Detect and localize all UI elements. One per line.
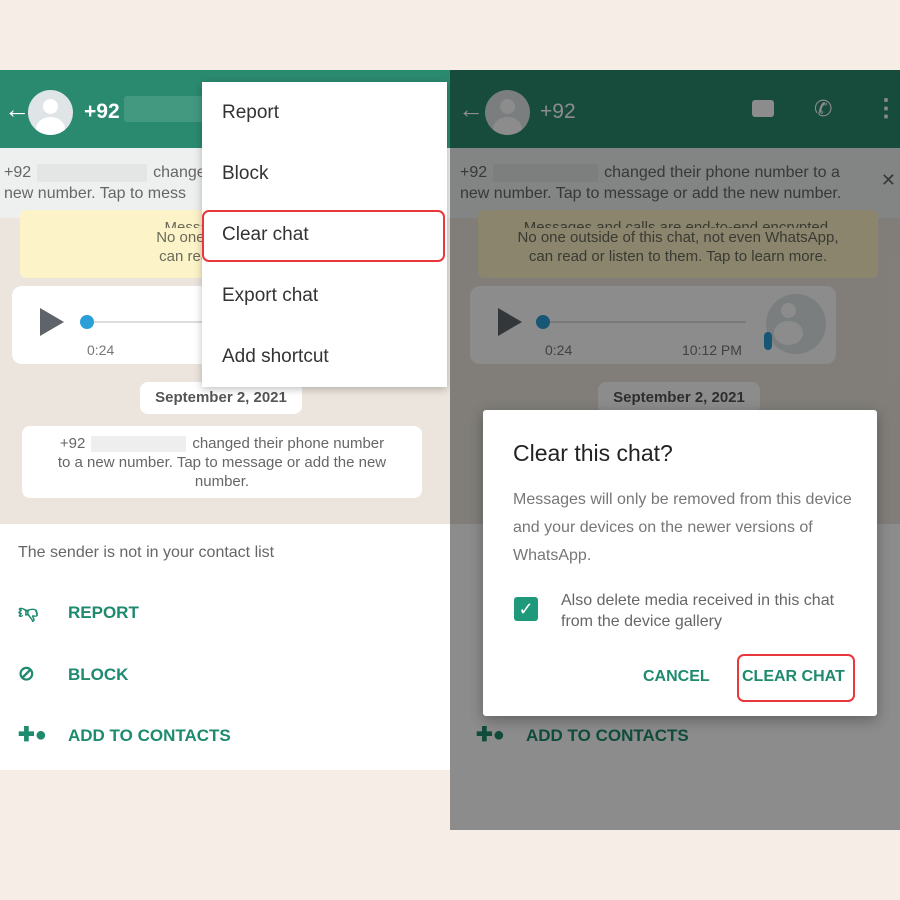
banner-text: change — [153, 164, 206, 181]
action-label: BLOCK — [68, 665, 129, 684]
checkbox-label[interactable]: Also delete media received in this chat … — [561, 590, 851, 632]
sys-text: changed their phone number — [192, 435, 385, 452]
play-icon[interactable] — [40, 308, 64, 336]
menu-item-export-chat[interactable]: Export chat — [222, 285, 318, 307]
overflow-menu: Report Block Clear chat Export chat Add … — [202, 82, 447, 387]
sender-notice: The sender is not in your contact list — [18, 544, 275, 561]
system-message[interactable]: +92 changed their phone number to a new n… — [22, 426, 422, 498]
voice-duration: 0:24 — [87, 342, 115, 358]
thumbs-down-icon: 👎︎ — [18, 601, 39, 623]
highlight-box — [737, 654, 855, 702]
action-label: REPORT — [68, 603, 139, 622]
cancel-button[interactable]: CANCEL — [643, 668, 710, 686]
clear-chat-dialog: Clear this chat? Messages will only be r… — [483, 410, 877, 716]
menu-item-block[interactable]: Block — [222, 163, 268, 185]
add-person-icon: ✚● — [18, 724, 47, 746]
redacted-number — [91, 436, 187, 453]
dialog-title: Clear this chat? — [513, 440, 673, 466]
add-to-contacts-button[interactable]: ✚● ADD TO CONTACTS — [18, 722, 231, 747]
banner-prefix: +92 — [4, 164, 32, 181]
redacted-number — [124, 96, 204, 122]
block-icon: ⊘ — [18, 663, 35, 685]
sys-prefix: +92 — [59, 435, 86, 452]
report-button[interactable]: 👎︎ REPORT — [18, 600, 139, 624]
highlight-box — [202, 210, 445, 262]
unknown-sender-panel: The sender is not in your contact list 👎… — [0, 524, 450, 770]
avatar[interactable] — [28, 90, 73, 135]
back-arrow-icon[interactable]: ← — [4, 94, 30, 125]
sys-text: to a new number. Tap to message or add t… — [57, 454, 387, 471]
menu-item-report[interactable]: Report — [222, 102, 279, 124]
menu-item-add-shortcut[interactable]: Add shortcut — [222, 346, 329, 368]
sys-text: number. — [194, 473, 250, 490]
dialog-body: Messages will only be removed from this … — [513, 491, 852, 564]
action-label: ADD TO CONTACTS — [68, 726, 231, 745]
contact-number[interactable]: +92 — [84, 100, 120, 124]
audio-scrubber[interactable] — [80, 315, 94, 329]
redacted-number — [37, 163, 148, 182]
delete-media-checkbox[interactable]: ✓ — [514, 597, 538, 621]
block-button[interactable]: ⊘ BLOCK — [18, 661, 128, 686]
